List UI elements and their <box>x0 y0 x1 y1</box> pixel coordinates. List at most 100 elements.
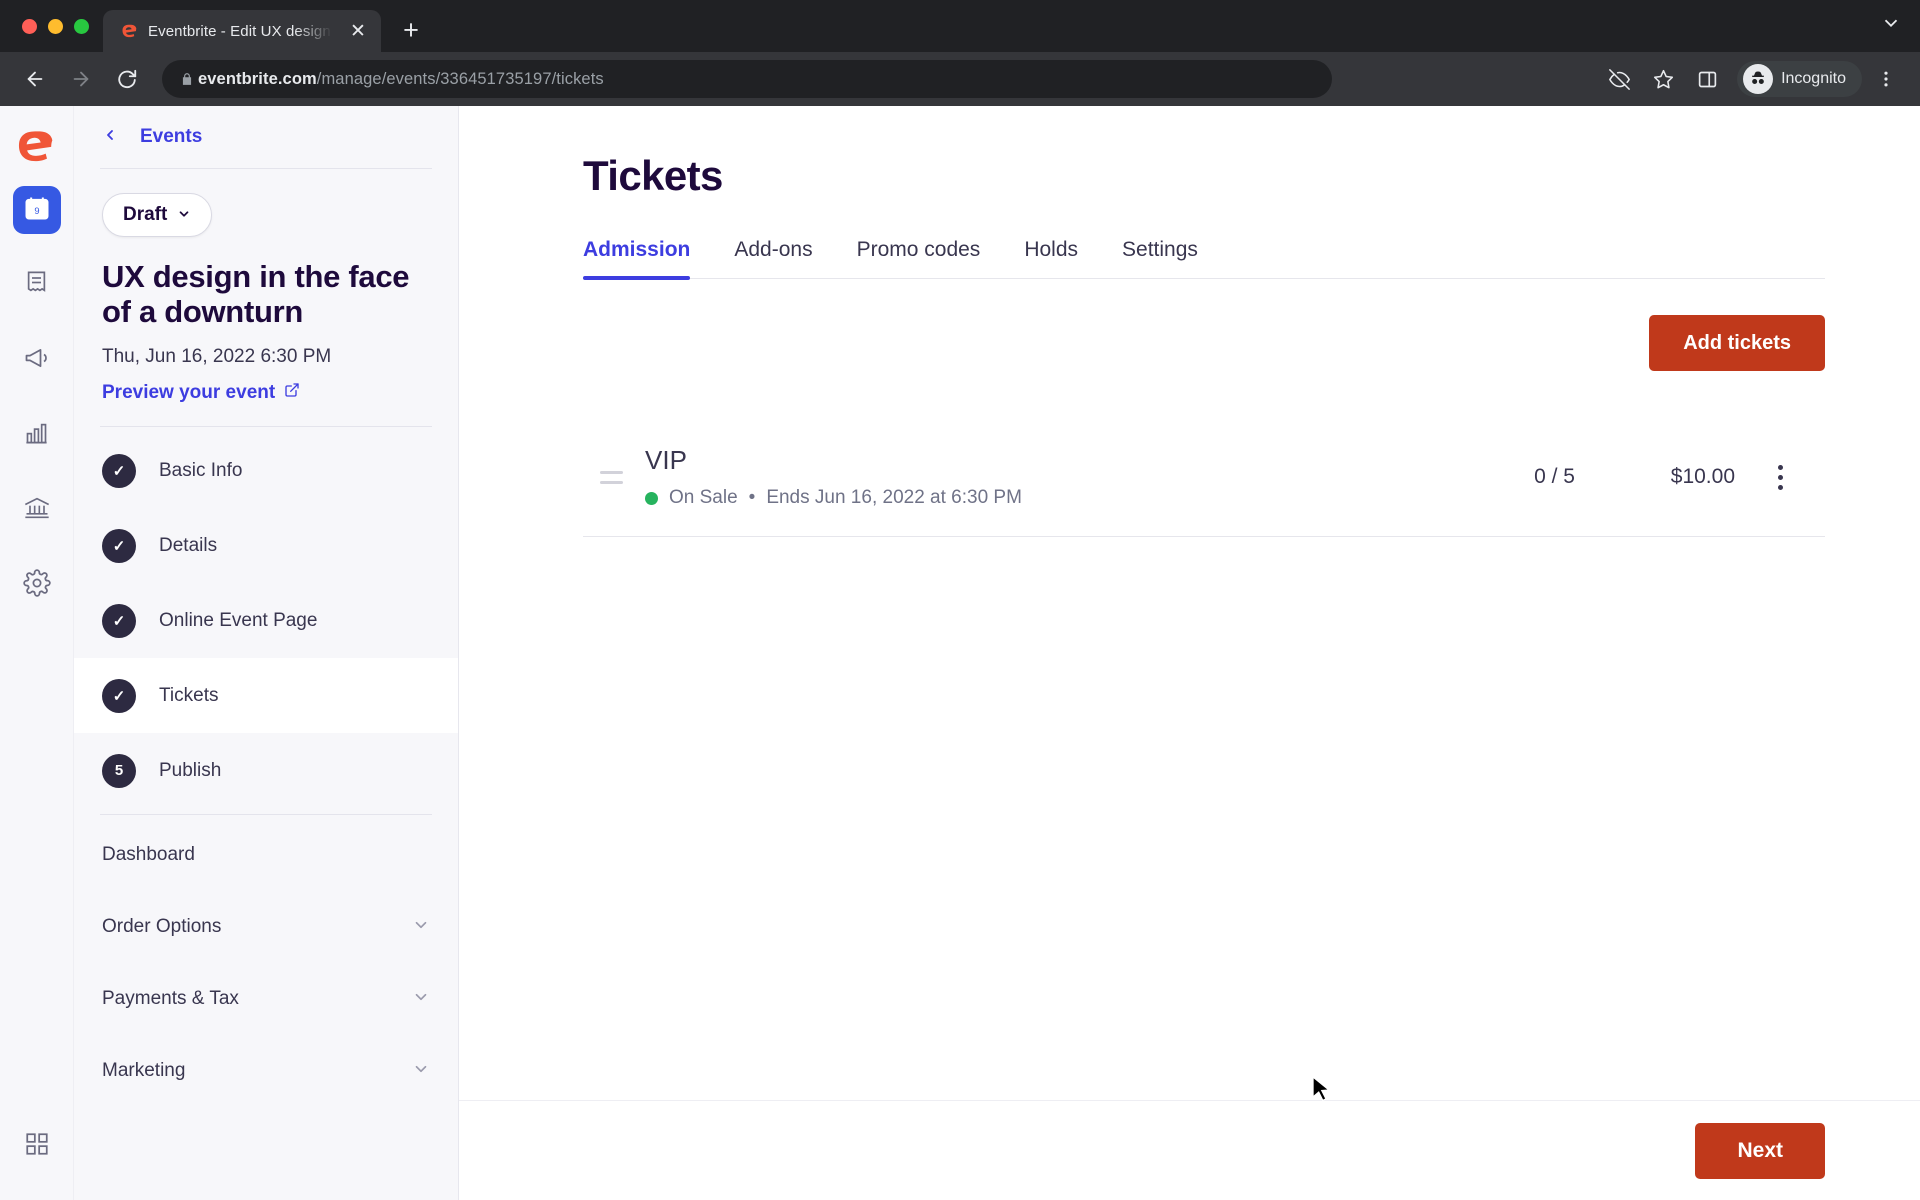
reload-icon[interactable] <box>106 58 148 100</box>
global-icon-rail: 9 <box>0 106 74 1200</box>
sidebar-item-label: Basic Info <box>159 459 243 481</box>
bank-icon <box>23 494 51 527</box>
sidebar-item-label: Tickets <box>159 684 219 706</box>
url-input[interactable]: eventbrite.com/manage/events/33645173519… <box>162 60 1332 98</box>
side-panel-icon[interactable] <box>1687 59 1727 99</box>
back-to-events-link[interactable]: Events <box>74 106 458 168</box>
sidebar-item-label: Details <box>159 534 218 556</box>
tickets-toolbar: Add tickets <box>583 315 1825 371</box>
event-datetime: Thu, Jun 16, 2022 6:30 PM <box>102 346 332 368</box>
sidebar-group-label: Order Options <box>102 916 222 938</box>
ticket-name: VIP <box>645 445 687 475</box>
ticket-price: $10.00 <box>1670 465 1735 488</box>
rail-item-settings[interactable] <box>13 561 61 609</box>
event-status-dropdown[interactable]: Draft <box>102 193 213 237</box>
sidebar-item-order-options[interactable]: Order Options <box>74 891 458 963</box>
browser-window: Eventbrite - Edit UX design in t ✕ + eve… <box>0 0 1920 1200</box>
receipt-icon <box>23 269 50 301</box>
omnibar-actions: Incognito <box>1599 59 1906 99</box>
bar-chart-icon <box>23 419 50 451</box>
event-status-label: Draft <box>123 204 168 225</box>
tab-promo-codes[interactable]: Promo codes <box>857 238 981 278</box>
three-dots-vertical-icon[interactable] <box>1866 59 1906 99</box>
browser-tab[interactable]: Eventbrite - Edit UX design in t ✕ <box>103 10 381 52</box>
add-tickets-button[interactable]: Add tickets <box>1649 315 1825 371</box>
eventbrite-e-icon <box>119 21 139 41</box>
divider <box>100 814 432 816</box>
url-path: /manage/events/336451735197/tickets <box>316 69 604 88</box>
eventbrite-logo-icon[interactable] <box>15 124 59 168</box>
eye-slash-icon[interactable] <box>1599 59 1639 99</box>
tab-settings[interactable]: Settings <box>1122 238 1198 278</box>
close-window-button[interactable] <box>22 18 37 34</box>
ticket-meta: On Sale • Ends Jun 16, 2022 at 6:30 PM <box>645 487 1435 509</box>
browser-tab-title: Eventbrite - Edit UX design in t <box>148 22 336 40</box>
sidebar-item-tickets[interactable]: ✓ Tickets <box>74 658 458 734</box>
event-summary: Draft UX design in the face of a downtur… <box>74 169 458 426</box>
main-inner: Tickets Admission Add-ons Promo codes Ho… <box>459 106 1920 1100</box>
svg-text:9: 9 <box>34 205 39 215</box>
sidebar-item-label: Publish <box>159 759 222 781</box>
plus-icon[interactable]: + <box>391 10 431 50</box>
url-domain: eventbrite.com <box>198 69 317 88</box>
main-content: Tickets Admission Add-ons Promo codes Ho… <box>459 106 1920 1200</box>
calendar-icon: 9 <box>23 194 51 227</box>
rail-item-marketing[interactable] <box>13 336 61 384</box>
sidebar-item-details[interactable]: ✓ Details <box>74 508 458 583</box>
event-sidebar: Events Draft UX design in the face of a … <box>74 106 459 1200</box>
tabstrip-right-controls <box>1880 0 1920 52</box>
step-complete-icon: ✓ <box>102 528 136 563</box>
rail-item-events[interactable]: 9 <box>12 186 61 234</box>
profile-label: Incognito <box>1781 70 1846 87</box>
ticket-status: On Sale <box>669 487 738 508</box>
megaphone-icon <box>23 344 51 377</box>
tab-holds[interactable]: Holds <box>1024 238 1078 278</box>
sidebar-item-basic-info[interactable]: ✓ Basic Info <box>74 433 458 508</box>
rail-item-apps[interactable] <box>0 1131 73 1162</box>
sidebar-item-marketing[interactable]: Marketing <box>74 1035 458 1107</box>
external-link-icon <box>284 382 300 404</box>
preview-event-link[interactable]: Preview your event <box>102 382 430 404</box>
rail-item-finance[interactable] <box>13 486 61 534</box>
drag-handle-icon[interactable] <box>583 470 639 484</box>
browser-omnibar: eventbrite.com/manage/events/33645173519… <box>0 52 1920 106</box>
window-traffic-lights <box>14 0 103 52</box>
incognito-icon <box>1743 64 1774 94</box>
sidebar-item-online-event-page[interactable]: ✓ Online Event Page <box>74 583 458 658</box>
chevron-down-icon <box>412 1060 430 1083</box>
arrow-left-icon[interactable] <box>14 58 56 100</box>
tab-add-ons[interactable]: Add-ons <box>734 238 812 278</box>
rail-item-orders[interactable] <box>13 261 61 309</box>
page-viewport: 9 Events Draft UX design in the face of … <box>0 106 1920 1200</box>
chevron-down-icon <box>412 988 430 1011</box>
ticket-menu-button[interactable] <box>1735 464 1825 490</box>
minimize-window-button[interactable] <box>48 18 63 34</box>
star-icon[interactable] <box>1643 59 1683 99</box>
close-icon[interactable]: ✕ <box>345 18 371 44</box>
chevron-down-icon <box>412 916 430 939</box>
next-button[interactable]: Next <box>1695 1122 1825 1179</box>
step-number-badge: 5 <box>102 753 136 788</box>
sidebar-item-dashboard[interactable]: Dashboard <box>74 819 458 891</box>
tab-admission[interactable]: Admission <box>583 238 691 280</box>
maximize-window-button[interactable] <box>74 18 89 34</box>
lock-icon <box>176 72 198 86</box>
event-steps-list: ✓ Basic Info ✓ Details ✓ Online Event Pa… <box>74 427 458 808</box>
table-row[interactable]: VIP On Sale • Ends Jun 16, 2022 at 6:30 … <box>583 418 1825 536</box>
browser-tabstrip: Eventbrite - Edit UX design in t ✕ + <box>0 0 1920 52</box>
chevron-down-icon[interactable] <box>1880 12 1902 40</box>
sidebar-group-label: Marketing <box>102 1060 186 1082</box>
sidebar-item-payments-tax[interactable]: Payments & Tax <box>74 963 458 1035</box>
profile-incognito-button[interactable]: Incognito <box>1737 61 1862 97</box>
arrow-right-icon[interactable] <box>60 58 102 100</box>
chevron-left-icon <box>102 127 118 147</box>
step-complete-icon: ✓ <box>102 603 136 638</box>
url-text: eventbrite.com/manage/events/33645173519… <box>198 70 604 89</box>
rail-item-reports[interactable] <box>13 411 61 459</box>
step-complete-icon: ✓ <box>102 678 136 713</box>
sidebar-item-publish[interactable]: 5 Publish <box>74 733 458 808</box>
sidebar-group-label: Payments & Tax <box>102 988 239 1010</box>
status-dot-icon <box>645 491 658 505</box>
ticket-quantity: 0 / 5 <box>1534 465 1575 488</box>
gear-icon <box>22 568 51 602</box>
